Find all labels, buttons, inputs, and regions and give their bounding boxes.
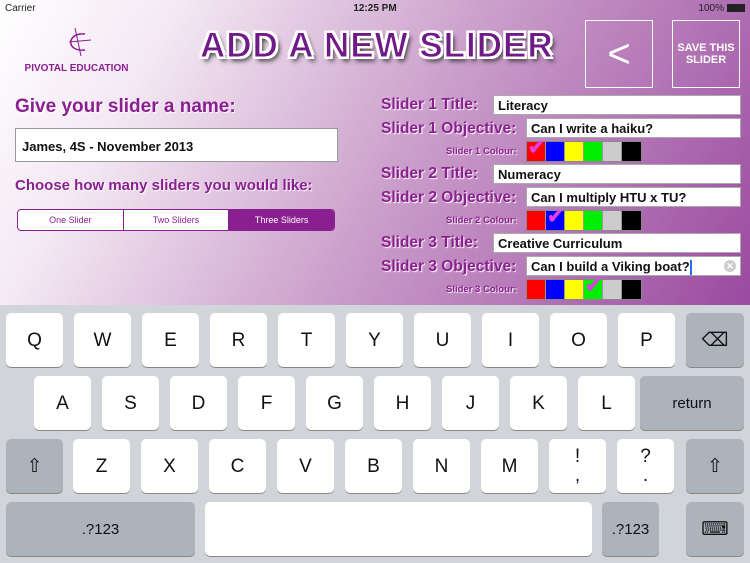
segment-two-sliders[interactable]: Two Sliders bbox=[124, 210, 230, 230]
shift-key-left[interactable]: ⇧ bbox=[6, 439, 63, 493]
key-o[interactable]: O bbox=[550, 313, 607, 367]
key-c[interactable]: C bbox=[209, 439, 266, 493]
objective-text: Can I build a Viking boat? bbox=[531, 259, 690, 274]
key-q[interactable]: Q bbox=[6, 313, 63, 367]
key-d[interactable]: D bbox=[170, 376, 227, 430]
back-button[interactable]: < bbox=[585, 20, 653, 88]
slider-title-input[interactable]: Creative Curriculum bbox=[493, 233, 741, 253]
key-u[interactable]: U bbox=[414, 313, 471, 367]
colour-swatch[interactable]: ✔ bbox=[584, 276, 603, 299]
battery-icon bbox=[727, 4, 745, 12]
slider-title-label: Slider 3 Title: bbox=[381, 234, 479, 251]
objective-text: Can I write a haiku? bbox=[531, 121, 654, 136]
key-r[interactable]: R bbox=[210, 313, 267, 367]
key-question-period[interactable]: ? . bbox=[617, 439, 674, 493]
key-t[interactable]: T bbox=[278, 313, 335, 367]
colour-swatch[interactable] bbox=[603, 142, 622, 161]
key-v[interactable]: V bbox=[277, 439, 334, 493]
slider-objective-label: Slider 1 Objective: bbox=[381, 120, 517, 137]
key-g[interactable]: G bbox=[306, 376, 363, 430]
keyboard: Q W E R T Y U I O P ⌫ A S D F G H J K Lreturn ⇧ Z X C V B N M! ,? .… bbox=[0, 305, 750, 563]
save-slider-button[interactable]: SAVE THIS SLIDER bbox=[672, 20, 740, 88]
colour-swatch[interactable] bbox=[546, 280, 565, 299]
colour-swatch[interactable] bbox=[622, 142, 641, 161]
colour-swatch[interactable] bbox=[584, 211, 603, 230]
name-label: Give your slider a name: bbox=[15, 96, 236, 117]
objective-text: Can I multiply HTU x TU? bbox=[531, 190, 687, 205]
colour-swatch[interactable] bbox=[546, 142, 565, 161]
colour-swatch[interactable]: ✔ bbox=[546, 207, 565, 230]
colour-swatch[interactable] bbox=[565, 142, 584, 161]
key-x[interactable]: X bbox=[141, 439, 198, 493]
colour-swatch[interactable] bbox=[565, 211, 584, 230]
segment-one-slider[interactable]: One Slider bbox=[18, 210, 124, 230]
colour-swatch[interactable] bbox=[622, 211, 641, 230]
key-exclaim-comma[interactable]: ! , bbox=[549, 439, 606, 493]
key-i[interactable]: I bbox=[482, 313, 539, 367]
status-bar: Carrier 12:25 PM 100% bbox=[0, 0, 750, 16]
colour-picker[interactable]: ✔ bbox=[526, 138, 642, 162]
return-key[interactable]: return bbox=[640, 376, 744, 430]
choose-label: Choose how many sliders you would like: bbox=[15, 177, 313, 194]
key-s[interactable]: S bbox=[102, 376, 159, 430]
checkmark-icon: ✔ bbox=[547, 206, 564, 228]
key-e[interactable]: E bbox=[142, 313, 199, 367]
slider-title-input[interactable]: Literacy bbox=[493, 95, 741, 115]
key-h[interactable]: H bbox=[374, 376, 431, 430]
slider-objective-label: Slider 3 Objective: bbox=[381, 258, 517, 275]
slider-title-label: Slider 1 Title: bbox=[381, 96, 479, 113]
page-title: ADD A NEW SLIDER bbox=[200, 26, 554, 66]
clock: 12:25 PM bbox=[353, 3, 397, 14]
slider-colour-label: Slider 1 Colour: bbox=[446, 146, 517, 157]
slider-objective-label: Slider 2 Objective: bbox=[381, 189, 517, 206]
space-bar[interactable] bbox=[205, 502, 592, 556]
key-p[interactable]: P bbox=[618, 313, 675, 367]
numbers-key-right[interactable]: .?123 bbox=[602, 502, 659, 556]
key-a[interactable]: A bbox=[34, 376, 91, 430]
logo: PIVOTAL EDUCATION bbox=[14, 26, 139, 76]
checkmark-icon: ✔ bbox=[528, 137, 545, 159]
clear-text-icon[interactable]: ✕ bbox=[724, 260, 736, 272]
colour-swatch[interactable]: ✔ bbox=[527, 138, 546, 161]
numbers-key-left[interactable]: .?123 bbox=[6, 502, 195, 556]
shift-key-right[interactable]: ⇧ bbox=[686, 439, 744, 493]
checkmark-icon: ✔ bbox=[585, 275, 602, 297]
colour-swatch[interactable] bbox=[527, 280, 546, 299]
slider-objective-input[interactable]: Can I build a Viking boat? ✕ bbox=[526, 256, 741, 276]
key-n[interactable]: N bbox=[413, 439, 470, 493]
slider-title-label: Slider 2 Title: bbox=[381, 165, 479, 182]
logo-text: PIVOTAL EDUCATION bbox=[24, 63, 129, 74]
text-cursor bbox=[689, 260, 692, 276]
colour-swatch[interactable] bbox=[622, 280, 641, 299]
colour-swatch[interactable] bbox=[527, 211, 546, 230]
slider-colour-label: Slider 2 Colour: bbox=[446, 215, 517, 226]
slider-objective-input[interactable]: Can I multiply HTU x TU? bbox=[526, 187, 741, 207]
key-y[interactable]: Y bbox=[346, 313, 403, 367]
slider-objective-input[interactable]: Can I write a haiku? bbox=[526, 118, 741, 138]
colour-swatch[interactable] bbox=[603, 211, 622, 230]
battery-percent: 100% bbox=[698, 3, 724, 14]
colour-picker[interactable]: ✔ bbox=[526, 207, 642, 231]
key-l[interactable]: L bbox=[578, 376, 635, 430]
slider-name-input[interactable]: James, 4S - November 2013 bbox=[15, 128, 338, 162]
slider-count-segmented-control[interactable]: One Slider Two Sliders Three Sliders bbox=[17, 209, 335, 231]
slider-title-input[interactable]: Numeracy bbox=[493, 164, 741, 184]
slider-colour-label: Slider 3 Colour: bbox=[446, 284, 517, 295]
colour-swatch[interactable] bbox=[584, 142, 603, 161]
key-m[interactable]: M bbox=[481, 439, 538, 493]
colour-swatch[interactable] bbox=[565, 280, 584, 299]
logo-icon bbox=[68, 27, 91, 57]
key-w[interactable]: W bbox=[74, 313, 131, 367]
key-f[interactable]: F bbox=[238, 376, 295, 430]
colour-swatch[interactable] bbox=[603, 280, 622, 299]
key-j[interactable]: J bbox=[442, 376, 499, 430]
key-k[interactable]: K bbox=[510, 376, 567, 430]
colour-picker[interactable]: ✔ bbox=[526, 276, 642, 300]
key-b[interactable]: B bbox=[345, 439, 402, 493]
app-screen: Carrier 12:25 PM 100% PIVOTAL EDUCATION … bbox=[0, 0, 750, 305]
key-z[interactable]: Z bbox=[73, 439, 130, 493]
hide-keyboard-key[interactable]: ⌨ bbox=[686, 502, 744, 556]
segment-three-sliders[interactable]: Three Sliders bbox=[229, 210, 334, 230]
backspace-key[interactable]: ⌫ bbox=[686, 313, 744, 367]
